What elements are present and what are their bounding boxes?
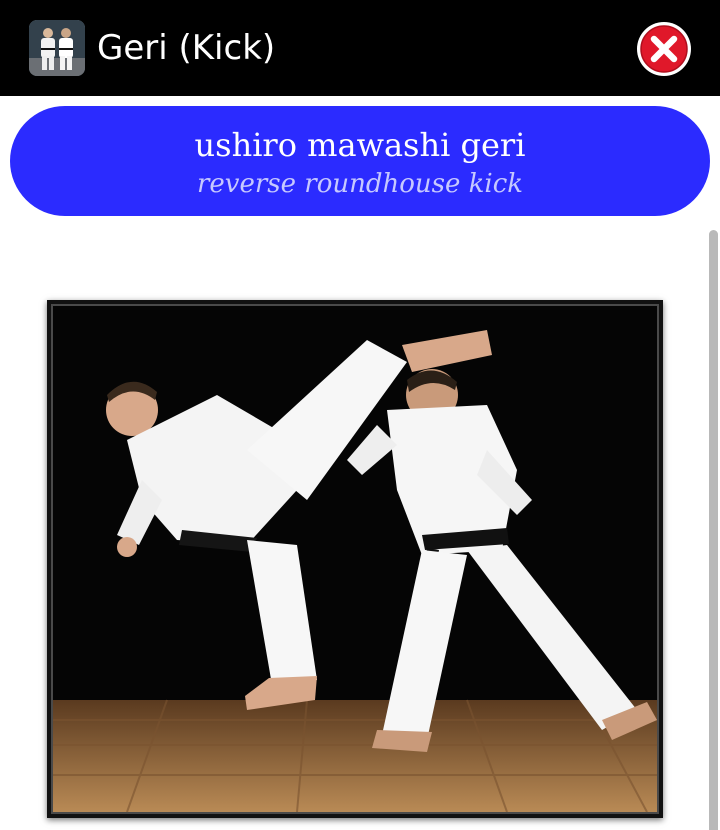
technique-translation: reverse roundhouse kick [196,169,524,199]
scrollbar[interactable] [709,230,718,830]
app-title: Geri (Kick) [97,28,276,68]
app-bar: Geri (Kick) [0,0,720,96]
technique-name: ushiro mawashi geri [194,126,526,164]
technique-banner: ushiro mawashi geri reverse roundhouse k… [10,106,710,216]
karate-kick-photo [47,300,663,818]
close-button[interactable] [636,21,692,77]
karate-app-icon [29,20,85,76]
close-icon[interactable] [636,21,692,77]
